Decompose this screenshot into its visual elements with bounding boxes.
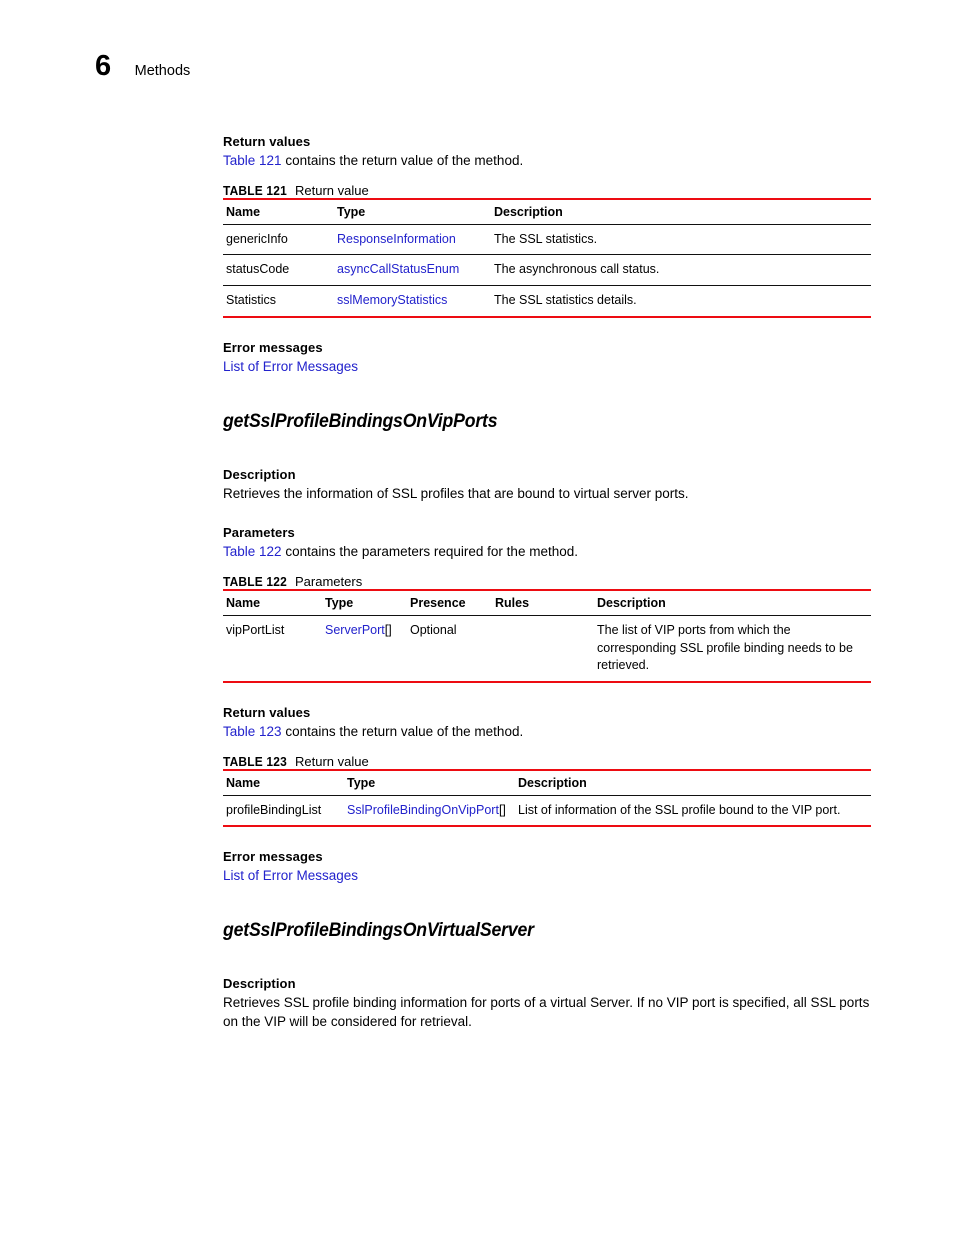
table-123-col-type: Type — [347, 768, 518, 796]
table-121-col-description: Description — [494, 197, 871, 225]
error-messages-label: Error messages — [223, 849, 323, 865]
list-of-error-messages-link[interactable]: List of Error Messages — [223, 359, 358, 374]
table-122-caption: TABLE 122 Parameters — [223, 574, 871, 589]
cell-type: asyncCallStatusEnum — [337, 254, 494, 287]
error-messages-link-wrap: List of Error Messages — [223, 358, 871, 377]
table-122-col-rules: Rules — [495, 588, 597, 616]
page-content: Return values Table 121 contains the ret… — [223, 134, 871, 1031]
table-row: statusCode asyncCallStatusEnum The async… — [223, 254, 871, 287]
table-122-col-type: Type — [325, 588, 410, 616]
table-121-header-row: Name Type Description — [223, 197, 871, 225]
cell-description: The SSL statistics. — [494, 224, 871, 256]
cell-rules — [495, 615, 597, 683]
section-parameters-1: Parameters Table 122 contains the parame… — [223, 525, 871, 562]
table-row: vipPortList ServerPort[] Optional The li… — [223, 615, 871, 683]
chapter-number: 6 — [95, 50, 111, 82]
cell-name: profileBindingList — [223, 795, 347, 828]
cell-type: ResponseInformation — [337, 224, 494, 256]
table-row: Statistics sslMemoryStatistics The SSL s… — [223, 285, 871, 318]
table-121-caption: TABLE 121 Return value — [223, 183, 871, 198]
return-values-intro: Table 123 contains the return value of t… — [223, 723, 871, 742]
page-running-header: 6 Methods — [95, 52, 190, 81]
cell-name: Statistics — [223, 285, 337, 318]
list-of-error-messages-link[interactable]: List of Error Messages — [223, 868, 358, 883]
table-122-col-description: Description — [597, 588, 871, 616]
chapter-title: Methods — [134, 63, 191, 79]
description-text: Retrieves the information of SSL profile… — [223, 485, 689, 501]
table-122-col-name: Name — [223, 588, 325, 616]
table-123-caption-text: Return value — [295, 753, 369, 769]
table-122-number: TABLE 122 — [223, 573, 287, 589]
table-123-caption: TABLE 123 Return value — [223, 754, 871, 769]
method-heading-get-ssl-profile-bindings-on-vip-ports: getSslProfileBindingsOnVipPorts — [223, 410, 498, 432]
table-121-caption-text: Return value — [295, 182, 369, 198]
cell-name: statusCode — [223, 254, 337, 287]
type-link[interactable]: SslProfileBindingOnVipPort — [347, 803, 499, 817]
table-123-col-name: Name — [223, 768, 347, 796]
description-label: Description — [223, 466, 296, 482]
cell-type: ServerPort[] — [325, 615, 410, 683]
table-row: genericInfo ResponseInformation The SSL … — [223, 224, 871, 256]
cell-description: The SSL statistics details. — [494, 285, 871, 318]
section-return-values-1: Return values Table 121 contains the ret… — [223, 134, 871, 171]
table-122: Name Type Presence Rules Description vip… — [223, 588, 871, 683]
section-return-values-2: Return values Table 123 contains the ret… — [223, 705, 871, 742]
cell-description: The list of VIP ports from which the cor… — [597, 615, 871, 683]
table-122-caption-text: Parameters — [295, 573, 363, 589]
table-row: profileBindingList SslProfileBindingOnVi… — [223, 795, 871, 828]
section-error-messages-2: Error messages List of Error Messages — [223, 849, 871, 886]
return-values-intro: Table 121 contains the return value of t… — [223, 152, 871, 171]
table-122-xref-link[interactable]: Table 122 — [223, 544, 282, 559]
table-122-col-presence: Presence — [410, 588, 495, 616]
type-link[interactable]: ResponseInformation — [337, 232, 456, 246]
section-description-2: Description Retrieves SSL profile bindin… — [223, 976, 871, 1031]
table-123: Name Type Description profileBindingList… — [223, 768, 871, 828]
table-121-number: TABLE 121 — [223, 182, 287, 198]
error-messages-label: Error messages — [223, 339, 323, 355]
return-values-intro-text: contains the return value of the method. — [281, 153, 524, 168]
parameters-intro-text: contains the parameters required for the… — [281, 544, 578, 560]
cell-type: SslProfileBindingOnVipPort[] — [347, 795, 518, 828]
error-messages-link-wrap: List of Error Messages — [223, 867, 871, 886]
table-121-col-type: Type — [337, 197, 494, 225]
table-121: Name Type Description genericInfo Respon… — [223, 197, 871, 318]
table-123-xref-link[interactable]: Table 123 — [223, 724, 282, 739]
cell-name: vipPortList — [223, 615, 325, 683]
parameters-label: Parameters — [223, 525, 295, 541]
parameters-intro: Table 122 contains the parameters requir… — [223, 543, 871, 562]
table-123-number: TABLE 123 — [223, 753, 287, 769]
type-link[interactable]: ServerPort — [325, 623, 385, 637]
section-description-1: Description Retrieves the information of… — [223, 467, 871, 504]
description-text: Retrieves SSL profile binding informatio… — [223, 995, 870, 1029]
cell-name: genericInfo — [223, 224, 337, 256]
description-label: Description — [223, 976, 296, 991]
table-121-xref-link[interactable]: Table 121 — [223, 153, 282, 168]
type-suffix: [] — [384, 622, 392, 637]
type-link[interactable]: asyncCallStatusEnum — [337, 262, 459, 276]
cell-presence: Optional — [410, 615, 495, 683]
cell-type: sslMemoryStatistics — [337, 285, 494, 318]
table-121-col-name: Name — [223, 197, 337, 225]
table-122-header-row: Name Type Presence Rules Description — [223, 588, 871, 616]
cell-description: The asynchronous call status. — [494, 254, 871, 287]
return-values-label: Return values — [223, 134, 311, 149]
type-suffix: [] — [498, 802, 506, 817]
cell-description: List of information of the SSL profile b… — [518, 795, 871, 828]
type-link[interactable]: sslMemoryStatistics — [337, 293, 447, 307]
return-values-label: Return values — [223, 705, 311, 720]
method-heading-get-ssl-profile-bindings-on-virtual-server: getSslProfileBindingsOnVirtualServer — [223, 920, 534, 941]
table-123-header-row: Name Type Description — [223, 768, 871, 796]
section-error-messages-1: Error messages List of Error Messages — [223, 340, 871, 377]
return-values-intro-text: contains the return value of the method. — [281, 724, 524, 739]
table-123-col-description: Description — [518, 768, 871, 796]
